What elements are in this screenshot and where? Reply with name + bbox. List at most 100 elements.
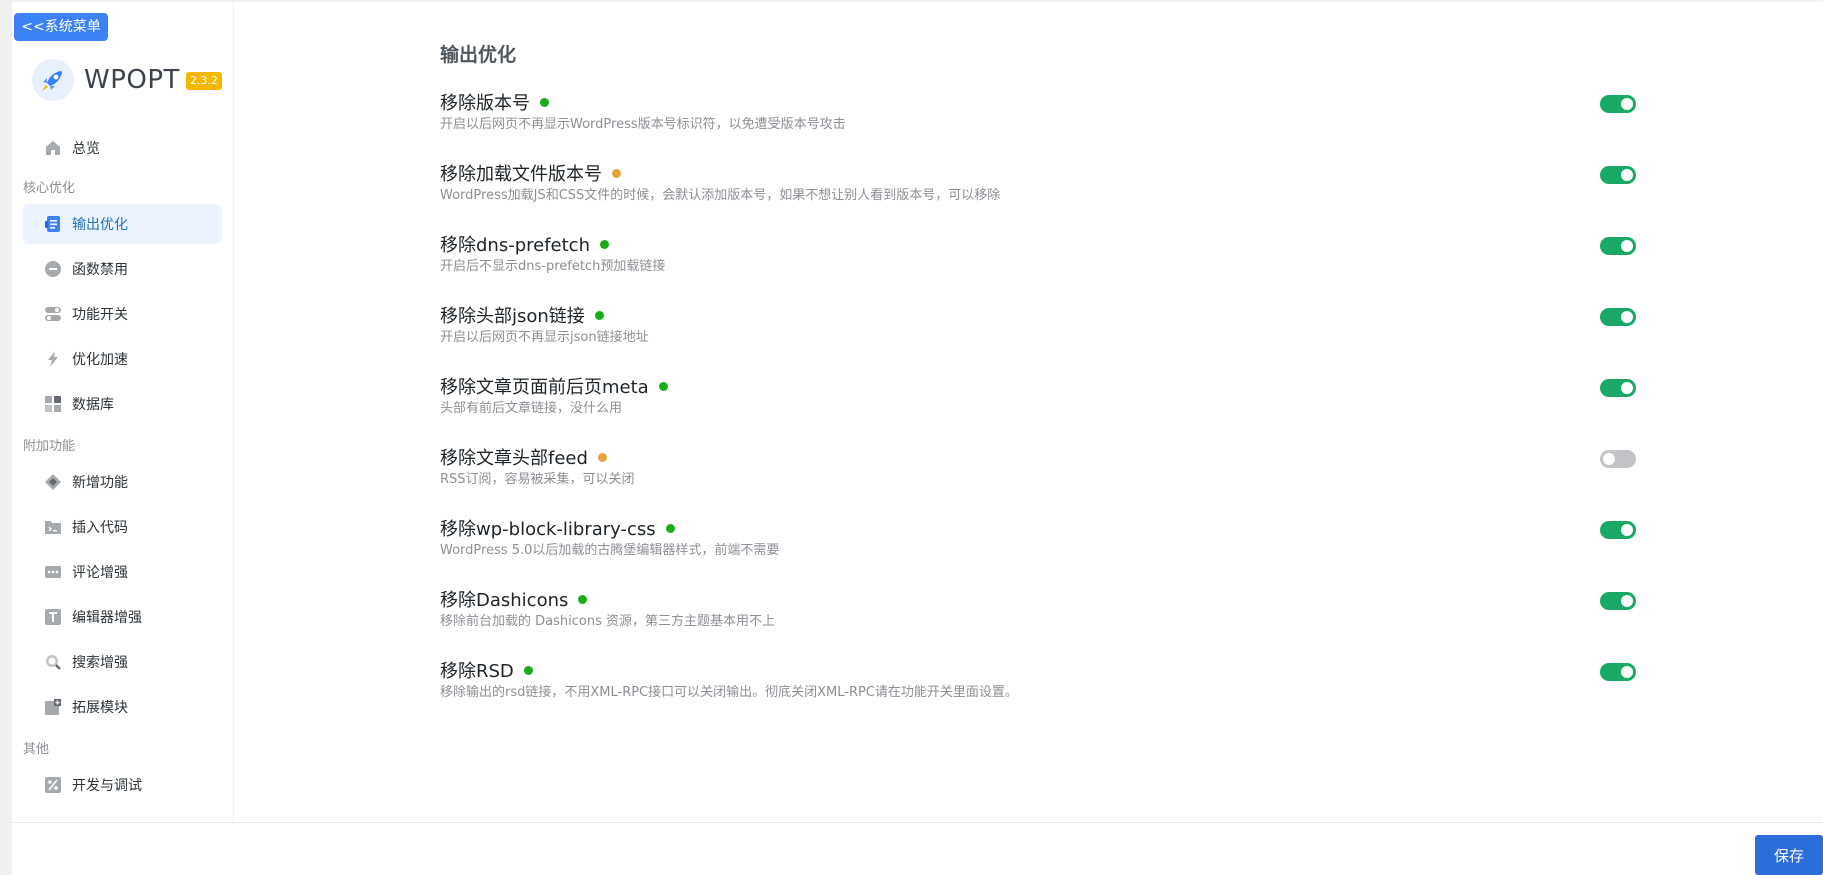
sidebar-item-insert-code[interactable]: 插入代码 <box>23 507 222 547</box>
logo-text: WPOPT <box>84 65 180 95</box>
toggle-icon <box>44 305 62 323</box>
toggle-knob <box>1603 453 1615 465</box>
sidebar-item-function-disable[interactable]: 函数禁用 <box>23 249 222 289</box>
option-title-text: 移除dns-prefetch <box>440 235 590 256</box>
option-description: WordPress 5.0以后加载的古腾堡编辑器样式，前端不需要 <box>440 543 780 558</box>
option-row-remove-dns-prefetch: 移除dns-prefetch 开启后不显示dns-prefetch预加载链接 <box>440 231 1640 291</box>
status-dot <box>658 381 668 391</box>
code-icon <box>44 518 62 536</box>
toggle-knob <box>1621 382 1633 394</box>
option-title-text: 移除RSD <box>440 661 514 682</box>
sidebar-item-output-optimization[interactable]: 输出优化 <box>23 204 222 244</box>
option-title: 移除Dashicons <box>440 586 588 612</box>
section-title: 输出优化 <box>440 44 517 66</box>
toggle-knob <box>1621 240 1633 252</box>
minus-circle-icon <box>44 260 62 278</box>
logo: WPOPT 2.3.2 <box>32 58 222 102</box>
sidebar-item-new-features[interactable]: 新增功能 <box>23 462 222 502</box>
toggle-switch[interactable] <box>1600 450 1636 468</box>
status-dot <box>612 168 621 178</box>
footer-bar: 保存 <box>12 822 1823 875</box>
option-title: 移除头部json链接 <box>440 302 604 328</box>
sidebar-item-label: 评论增强 <box>72 565 128 581</box>
sidebar-item-search-enhance[interactable]: 搜索增强 <box>23 642 222 682</box>
option-title: 移除加载文件版本号 <box>440 160 621 186</box>
toggle-switch[interactable] <box>1600 379 1636 397</box>
status-dot <box>578 594 588 604</box>
option-title: 移除RSD <box>440 657 533 683</box>
sidebar-item-label: 新增功能 <box>72 475 128 491</box>
comment-icon <box>44 563 62 581</box>
home-icon <box>44 139 62 157</box>
option-title-text: 移除文章页面前后页meta <box>440 377 649 398</box>
option-row-remove-json-link: 移除头部json链接 开启以后网页不再显示json链接地址 <box>440 302 1640 362</box>
sidebar-item-label: 功能开关 <box>72 307 128 323</box>
option-description: 头部有前后文章链接，没什么用 <box>440 401 623 416</box>
puzzle-icon <box>44 698 62 716</box>
option-row-remove-feed: 移除文章头部feed RSS订阅，容易被采集，可以关闭 <box>440 444 1640 504</box>
toggle-knob <box>1621 666 1633 678</box>
rocket-icon <box>32 59 74 101</box>
option-row-remove-asset-version: 移除加载文件版本号 WordPress加载JS和CSS文件的时候，会默认添加版本… <box>440 160 1640 220</box>
group-label-addons: 附加功能 <box>23 439 76 454</box>
group-label-other: 其他 <box>23 742 50 757</box>
option-row-remove-adjacent-meta: 移除文章页面前后页meta 头部有前后文章链接，没什么用 <box>440 373 1640 433</box>
sidebar-item-speed-optimization[interactable]: 优化加速 <box>23 339 222 379</box>
sidebar-item-dev-debug[interactable]: 开发与调试 <box>23 765 222 805</box>
sidebar-item-label: 数据库 <box>72 397 114 413</box>
option-description: RSS订阅，容易被采集，可以关闭 <box>440 472 635 487</box>
option-description: 移除前台加载的 Dashicons 资源，第三方主题基本用不上 <box>440 614 775 629</box>
status-dot <box>523 665 533 675</box>
option-description: 开启以后网页不再显示WordPress版本号标识符，以免遭受版本号攻击 <box>440 117 846 132</box>
toggle-switch[interactable] <box>1600 95 1636 113</box>
option-description: 开启以后网页不再显示json链接地址 <box>440 330 649 345</box>
grid-icon <box>44 395 62 413</box>
toggle-switch[interactable] <box>1600 592 1636 610</box>
status-dot <box>600 239 609 249</box>
version-badge: 2.3.2 <box>185 72 222 90</box>
search-icon <box>44 653 62 671</box>
option-row-remove-version: 移除版本号 开启以后网页不再显示WordPress版本号标识符，以免遭受版本号攻… <box>440 89 1640 149</box>
option-title-text: 移除Dashicons <box>440 590 569 611</box>
option-title-text: 移除头部json链接 <box>440 306 585 327</box>
option-title-text: 移除加载文件版本号 <box>440 164 602 185</box>
sidebar-item-label: 总览 <box>72 141 100 157</box>
option-description: 开启后不显示dns-prefetch预加载链接 <box>440 259 666 274</box>
percent-icon <box>44 776 62 794</box>
toggle-switch[interactable] <box>1600 308 1636 326</box>
status-dot <box>594 310 604 320</box>
option-title-text: 移除wp-block-library-css <box>440 519 656 540</box>
option-row-remove-block-library-css: 移除wp-block-library-css WordPress 5.0以后加载… <box>440 515 1640 575</box>
toggle-switch[interactable] <box>1600 521 1636 539</box>
toggle-knob <box>1621 595 1633 607</box>
toggle-knob <box>1621 169 1633 181</box>
lightning-icon <box>44 350 62 368</box>
sidebar-item-editor-enhance[interactable]: 编辑器增强 <box>23 597 222 637</box>
option-row-remove-dashicons: 移除Dashicons 移除前台加载的 Dashicons 资源，第三方主题基本… <box>440 586 1640 646</box>
sidebar-item-feature-switch[interactable]: 功能开关 <box>23 294 222 334</box>
toggle-switch[interactable] <box>1600 166 1636 184</box>
option-title: 移除版本号 <box>440 89 549 115</box>
sidebar-item-label: 编辑器增强 <box>72 610 142 626</box>
sidebar-item-extension-modules[interactable]: 拓展模块 <box>23 687 222 727</box>
toggle-knob <box>1621 98 1633 110</box>
sidebar-item-label: 函数禁用 <box>72 262 128 278</box>
option-title: 移除文章头部feed <box>440 444 607 470</box>
system-menu-button[interactable]: <<系统菜单 <box>14 13 108 41</box>
toggle-knob <box>1621 311 1633 323</box>
toggle-knob <box>1621 524 1633 536</box>
sidebar-item-database[interactable]: 数据库 <box>23 384 222 424</box>
list-icon <box>44 215 62 233</box>
toggle-switch[interactable] <box>1600 237 1636 255</box>
toggle-switch[interactable] <box>1600 663 1636 681</box>
sidebar-item-comment-enhance[interactable]: 评论增强 <box>23 552 222 592</box>
settings-panel: <<系统菜单 WPOPT 2.3.2 总览 核心优化 输出优化 函数禁用 功能开… <box>12 2 1823 875</box>
status-dot <box>665 523 675 533</box>
option-title-text: 移除文章头部feed <box>440 448 588 469</box>
diamond-icon <box>44 473 62 491</box>
sidebar: <<系统菜单 WPOPT 2.3.2 总览 核心优化 输出优化 函数禁用 功能开… <box>12 2 234 824</box>
sidebar-item-overview[interactable]: 总览 <box>23 128 222 168</box>
status-dot <box>540 97 549 107</box>
status-dot <box>597 452 607 462</box>
save-button[interactable]: 保存 <box>1755 835 1823 875</box>
